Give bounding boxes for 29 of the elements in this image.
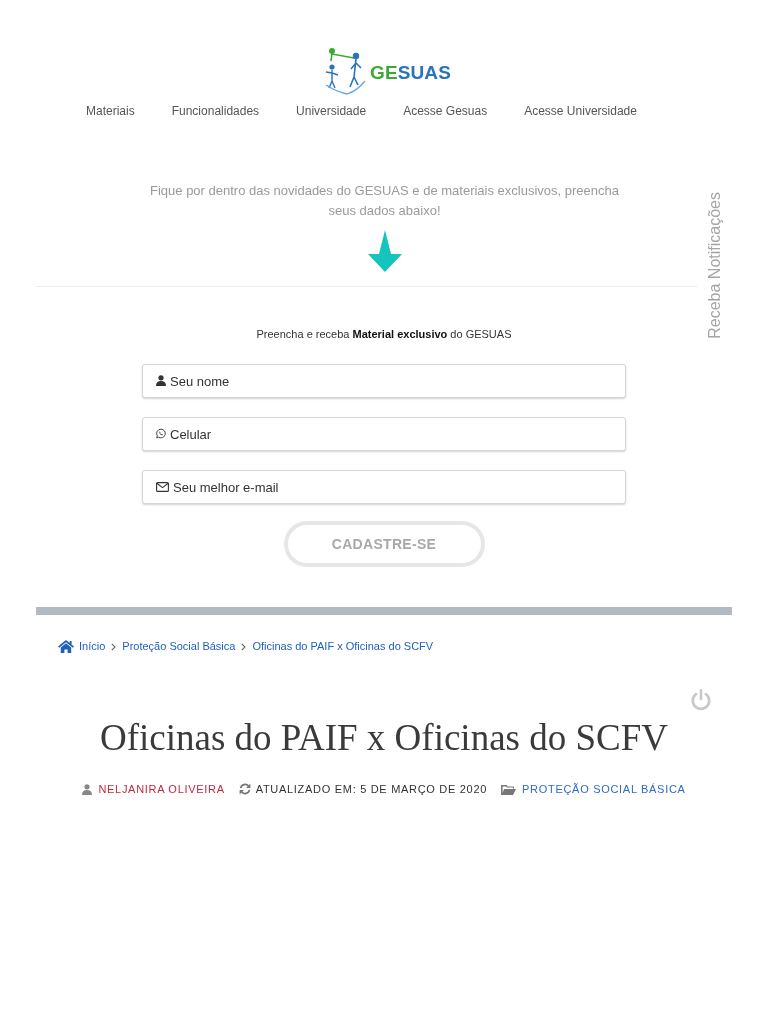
nav-link[interactable]: Materiais	[86, 103, 135, 119]
article-title: Oficinas do PAIF x Oficinas do SCFV	[98, 716, 669, 760]
form-caption: Preencha e receba Material exclusivo do GESUAS	[256, 327, 512, 342]
nav-link[interactable]: Acesse Universidade	[524, 103, 637, 119]
updated-date: ATUALIZADO EM: 5 DE MARÇO DE 2020	[255, 783, 488, 795]
refresh-icon	[238, 783, 251, 795]
name-field[interactable]: Seu nome	[142, 364, 626, 398]
chevron-right-icon	[111, 643, 117, 651]
user-icon	[82, 783, 93, 795]
nav-link[interactable]: Funcionalidades	[171, 103, 260, 119]
email-field[interactable]: Seu melhor e-mail	[142, 470, 626, 504]
envelope-icon	[156, 482, 169, 492]
logo-icon[interactable]	[323, 47, 368, 95]
nav-link[interactable]: Acesse Gesuas	[403, 103, 488, 119]
folder-icon	[501, 783, 517, 795]
breadcrumb-link[interactable]: Início	[79, 638, 106, 654]
category-link[interactable]: PROTEÇÃO SOCIAL BÁSICA	[522, 783, 686, 795]
chevron-right-icon	[241, 643, 247, 651]
logo-text: GESUAS	[370, 62, 451, 84]
phone-field[interactable]: Celular	[142, 417, 626, 451]
down-arrow-icon	[367, 230, 402, 272]
nav-link[interactable]: Universidade	[296, 103, 367, 119]
breadcrumb-link[interactable]: Proteção Social Básica	[122, 638, 236, 654]
author-link[interactable]: NELJANIRA OLIVEIRA	[98, 783, 225, 795]
breadcrumb-link[interactable]: Oficinas do PAIF x Oficinas do SCFV	[252, 638, 434, 654]
user-icon	[156, 375, 166, 386]
intro-text: Fique por dentro das novidades do GESUAS e de materiais exclusivos, preencha seus dados abaixo!	[149, 182, 620, 220]
home-icon[interactable]	[58, 639, 74, 653]
phone-bubble-icon	[156, 428, 166, 439]
